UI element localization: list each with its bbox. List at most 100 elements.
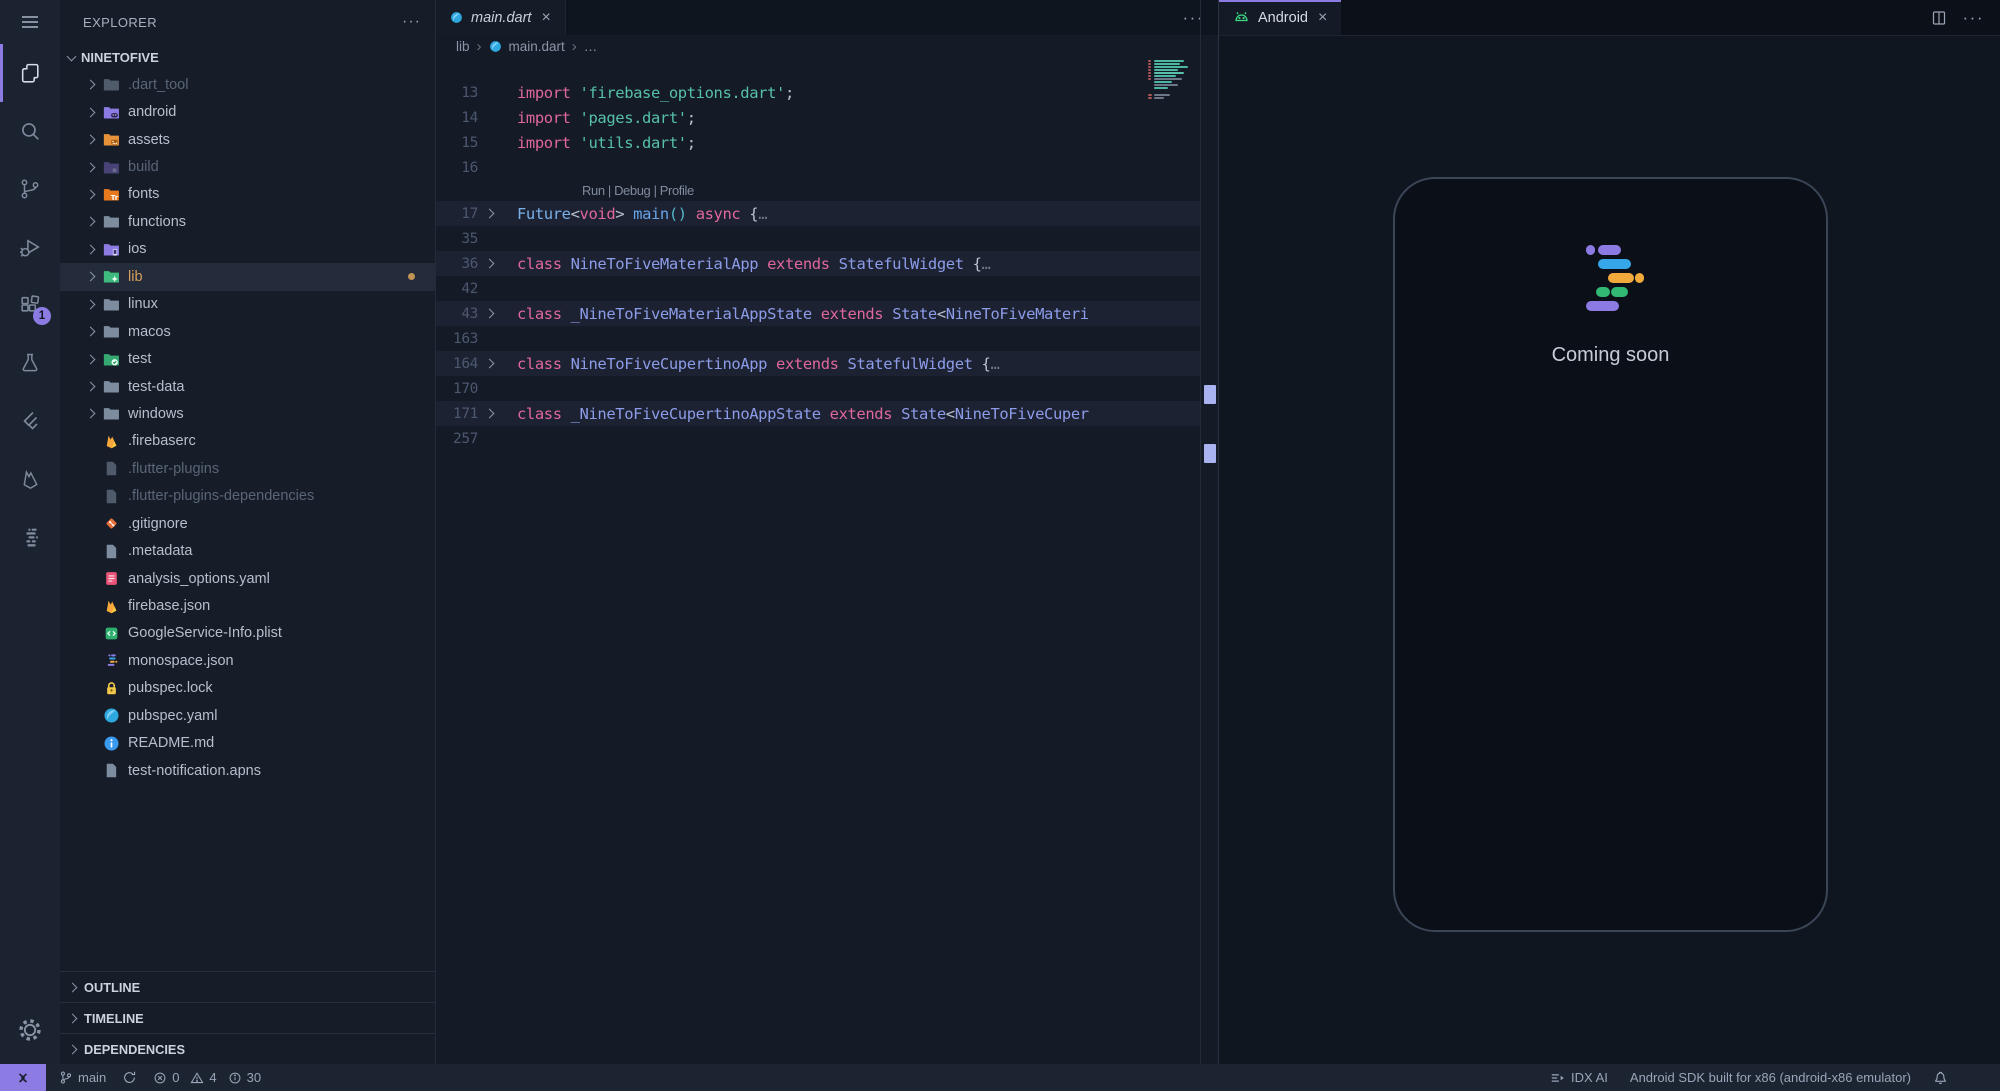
breadcrumb-file[interactable]: main.dart xyxy=(509,39,565,54)
scrollbar-decoration[interactable] xyxy=(1204,385,1216,404)
tree-item-build[interactable]: build xyxy=(60,153,435,180)
code-line-163[interactable]: 163 xyxy=(436,326,1200,351)
tree-item-label: analysis_options.yaml xyxy=(128,571,270,587)
tree-item--gitignore[interactable]: .gitignore xyxy=(60,510,435,537)
sync-button[interactable] xyxy=(122,1070,137,1085)
tree-item-pubspec-yaml[interactable]: pubspec.yaml xyxy=(60,702,435,729)
remote-indicator[interactable] xyxy=(0,1064,46,1091)
code-editor[interactable]: 13import 'firebase_options.dart';14impor… xyxy=(436,58,1200,1064)
code-line-17[interactable]: 17Future<void> main() async {… xyxy=(436,201,1200,226)
fold-chevron-icon[interactable] xyxy=(485,209,495,219)
tree-item-windows[interactable]: windows xyxy=(60,400,435,427)
activity-item-extensions[interactable]: 1 xyxy=(0,276,60,334)
tree-item-functions[interactable]: functions xyxy=(60,208,435,235)
tree-item-label: .firebaserc xyxy=(128,433,196,449)
split-editor-icon[interactable] xyxy=(1931,10,1947,26)
codelens-profile[interactable]: Profile xyxy=(660,183,694,198)
tree-item--flutter-plugins[interactable]: .flutter-plugins xyxy=(60,455,435,482)
info-count: 30 xyxy=(247,1070,261,1085)
tree-item-googleservice-info-plist[interactable]: GoogleService-Info.plist xyxy=(60,620,435,647)
chevron-right-icon xyxy=(68,1044,78,1054)
section-dependencies[interactable]: DEPENDENCIES xyxy=(60,1033,435,1064)
activity-item-source-control[interactable] xyxy=(0,160,60,218)
code-line-36[interactable]: 36class NineToFiveMaterialApp extends St… xyxy=(436,251,1200,276)
close-icon[interactable]: × xyxy=(539,9,552,27)
panel-more-icon[interactable]: ··· xyxy=(1963,8,1984,28)
close-icon[interactable]: × xyxy=(1316,9,1329,27)
activity-item-search[interactable] xyxy=(0,102,60,160)
code-text: class NineToFiveMaterialApp extends Stat… xyxy=(501,255,1200,273)
code-line-164[interactable]: 164class NineToFiveCupertinoApp extends … xyxy=(436,351,1200,376)
tree-item-macos[interactable]: macos xyxy=(60,318,435,345)
code-line-14[interactable]: 14import 'pages.dart'; xyxy=(436,105,1200,130)
emulator-frame: Coming soon xyxy=(1393,177,1828,932)
tree-item-lib[interactable]: lib xyxy=(60,263,435,290)
tree-item--dart-tool[interactable]: .dart_tool xyxy=(60,71,435,98)
code-line-170[interactable]: 170 xyxy=(436,376,1200,401)
tree-item-test-notification-apns[interactable]: test-notification.apns xyxy=(60,757,435,784)
tree-item--metadata[interactable]: .metadata xyxy=(60,537,435,564)
tree-item-fonts[interactable]: Trfonts xyxy=(60,181,435,208)
menu-icon[interactable] xyxy=(0,0,60,44)
code-line-15[interactable]: 15import 'utils.dart'; xyxy=(436,130,1200,155)
activity-item-testing[interactable] xyxy=(0,334,60,392)
activity-item-flutter[interactable] xyxy=(0,392,60,450)
tree-item-firebase-json[interactable]: firebase.json xyxy=(60,592,435,619)
breadcrumb-folder[interactable]: lib xyxy=(456,39,470,54)
activity-item-explorer[interactable] xyxy=(0,44,60,102)
tree-item-analysis-options-yaml[interactable]: analysis_options.yaml xyxy=(60,565,435,592)
code-line-257[interactable]: 257 xyxy=(436,426,1200,451)
git-branch-icon xyxy=(18,177,42,201)
codelens-debug[interactable]: Debug xyxy=(614,183,650,198)
tree-item-monospace-json[interactable]: monospace.json xyxy=(60,647,435,674)
tree-item-readme-md[interactable]: README.md xyxy=(60,730,435,757)
section-outline[interactable]: OUTLINE xyxy=(60,971,435,1002)
problems-status[interactable]: 0 4 30 xyxy=(153,1070,267,1085)
tree-item-assets[interactable]: assets xyxy=(60,126,435,153)
code-line-13[interactable]: 13import 'firebase_options.dart'; xyxy=(436,80,1200,105)
tree-item-test-data[interactable]: test-data xyxy=(60,373,435,400)
minimap[interactable] xyxy=(1148,58,1206,110)
fold-chevron-icon[interactable] xyxy=(485,309,495,319)
codelens-row: Run | Debug | Profile xyxy=(436,180,1200,201)
tree-item--flutter-plugins-dependencies[interactable]: .flutter-plugins-dependencies xyxy=(60,483,435,510)
project-section-header[interactable]: NINETOFIVE xyxy=(60,44,435,71)
tree-item-linux[interactable]: linux xyxy=(60,291,435,318)
line-number: 257 xyxy=(436,431,478,447)
folder-build-icon xyxy=(103,159,120,176)
settings-gear-icon[interactable] xyxy=(0,1004,60,1056)
bell-icon[interactable] xyxy=(1933,1070,1948,1085)
activity-item-firebase[interactable] xyxy=(0,450,60,508)
codelens-run[interactable]: Run xyxy=(582,183,605,198)
tree-item-test[interactable]: test xyxy=(60,345,435,372)
code-line-43[interactable]: 43class _NineToFiveMaterialAppState exte… xyxy=(436,301,1200,326)
tab-android[interactable]: Android × xyxy=(1219,0,1341,35)
section-timeline[interactable]: TIMELINE xyxy=(60,1002,435,1033)
code-line-35[interactable]: 35 xyxy=(436,226,1200,251)
explorer-more-icon[interactable]: ··· xyxy=(402,17,421,27)
scrollbar-decoration[interactable] xyxy=(1204,444,1216,463)
tab-main-dart[interactable]: main.dart × xyxy=(436,0,566,35)
fold-chevron-icon[interactable] xyxy=(485,259,495,269)
breadcrumb-symbol[interactable]: … xyxy=(584,39,598,54)
code-line-171[interactable]: 171class _NineToFiveCupertinoAppState ex… xyxy=(436,401,1200,426)
activity-item-run-debug[interactable] xyxy=(0,218,60,276)
chevron-right-icon xyxy=(86,382,96,392)
tree-item-label: lib xyxy=(128,269,143,285)
code-line-16[interactable]: 16 xyxy=(436,155,1200,180)
tree-item--firebaserc[interactable]: .firebaserc xyxy=(60,428,435,455)
idx-ai-status[interactable]: IDX AI xyxy=(1550,1070,1608,1085)
activity-item-idx[interactable] xyxy=(0,508,60,566)
tree-item-android[interactable]: android xyxy=(60,98,435,125)
line-number: 170 xyxy=(436,381,478,397)
folder-gray-icon xyxy=(103,405,120,422)
device-selector[interactable]: Android SDK built for x86 (android-x86 e… xyxy=(1630,1070,1911,1085)
flutter-icon xyxy=(18,409,42,433)
fold-chevron-icon[interactable] xyxy=(485,359,495,369)
idx-logo xyxy=(1586,245,1646,315)
fold-chevron-icon[interactable] xyxy=(485,409,495,419)
tree-item-ios[interactable]: ios xyxy=(60,236,435,263)
code-line-42[interactable]: 42 xyxy=(436,276,1200,301)
git-branch-status[interactable]: main xyxy=(59,1070,106,1085)
tree-item-pubspec-lock[interactable]: pubspec.lock xyxy=(60,675,435,702)
